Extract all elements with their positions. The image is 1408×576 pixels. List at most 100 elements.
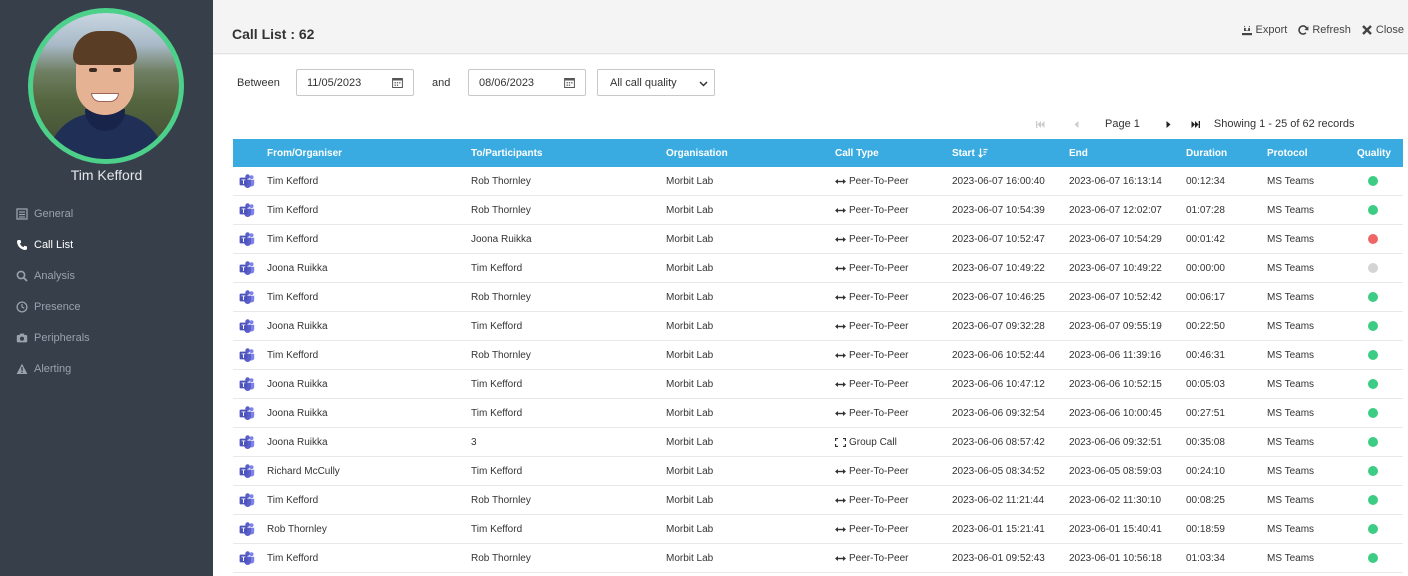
cell-from: Tim Kefford <box>267 175 319 187</box>
cell-to: Rob Thornley <box>471 204 531 216</box>
search-icon <box>15 269 28 282</box>
pagination: Page 1 Showing 1 - 25 of 62 records <box>1033 115 1355 133</box>
table-row[interactable]: T Joona Ruikka Tim Kefford Morbit Lab Pe… <box>233 312 1403 341</box>
next-page-button[interactable] <box>1162 117 1176 131</box>
cell-call-type: Peer-To-Peer <box>835 524 908 535</box>
cell-start: 2023-06-07 09:32:28 <box>952 320 1045 332</box>
sidebar-item-call-list[interactable]: Call List <box>0 229 213 260</box>
table-row[interactable]: T Tim Kefford Joona Ruikka Morbit Lab Pe… <box>233 225 1403 254</box>
cell-start: 2023-06-06 10:52:44 <box>952 349 1045 361</box>
cell-to: Rob Thornley <box>471 175 531 187</box>
avatar-ring <box>28 8 184 164</box>
cell-end: 2023-06-05 08:59:03 <box>1069 465 1162 477</box>
table-row[interactable]: T Joona Ruikka Tim Kefford Morbit Lab Pe… <box>233 399 1403 428</box>
first-page-button[interactable] <box>1033 117 1047 131</box>
user-name: Tim Kefford <box>70 167 143 183</box>
sidebar-item-label: Call List <box>34 238 74 251</box>
table-row[interactable]: T Richard McCully Tim Kefford Morbit Lab… <box>233 457 1403 486</box>
table-row[interactable]: T Tim Kefford Rob Thornley Morbit Lab Pe… <box>233 167 1403 196</box>
sidebar-nav: General Call List Analysis Presence Peri… <box>0 198 213 384</box>
first-page-icon <box>1035 120 1044 128</box>
cell-end: 2023-06-01 10:56:18 <box>1069 552 1162 564</box>
cell-start: 2023-06-06 09:32:54 <box>952 407 1045 419</box>
table-row[interactable]: T Tim Kefford Rob Thornley Morbit Lab Pe… <box>233 196 1403 225</box>
cell-to: 3 <box>471 436 477 448</box>
table-row[interactable]: T Rob Thornley Tim Kefford Morbit Lab Pe… <box>233 515 1403 544</box>
prev-page-button[interactable] <box>1069 117 1083 131</box>
table-row[interactable]: T Tim Kefford Rob Thornley Morbit Lab Pe… <box>233 486 1403 515</box>
svg-text:T: T <box>242 295 246 302</box>
column-header-start[interactable]: Start <box>952 148 988 159</box>
refresh-button[interactable]: Refresh <box>1297 24 1351 36</box>
sidebar-item-presence[interactable]: Presence <box>0 291 213 322</box>
sidebar-item-alerting[interactable]: Alerting <box>0 353 213 384</box>
page-title: Call List : 62 <box>232 26 315 42</box>
column-header-quality[interactable]: Quality <box>1357 148 1391 159</box>
column-header-protocol[interactable]: Protocol <box>1267 148 1308 159</box>
peer-to-peer-icon <box>835 265 846 271</box>
call-quality-value: All call quality <box>610 76 677 89</box>
column-header-end[interactable]: End <box>1069 148 1088 159</box>
cell-organisation: Morbit Lab <box>666 349 714 361</box>
cell-from: Joona Ruikka <box>267 436 328 448</box>
table-row[interactable]: T Tim Kefford Rob Thornley Morbit Lab Pe… <box>233 283 1403 312</box>
peer-to-peer-icon <box>835 497 846 503</box>
cell-end: 2023-06-06 10:00:45 <box>1069 407 1162 419</box>
sidebar-item-label: Alerting <box>34 362 72 375</box>
svg-text:T: T <box>242 440 246 447</box>
peer-to-peer-icon <box>835 207 846 213</box>
cell-from: Tim Kefford <box>267 552 319 564</box>
column-header-organisation[interactable]: Organisation <box>666 148 728 159</box>
calendar-icon[interactable] <box>392 77 403 88</box>
table-row[interactable]: T Joona Ruikka Tim Kefford Morbit Lab Pe… <box>233 254 1403 283</box>
sidebar-item-general[interactable]: General <box>0 198 213 229</box>
quality-indicator <box>1368 466 1378 476</box>
cell-start: 2023-06-07 10:49:22 <box>952 262 1045 274</box>
svg-text:T: T <box>242 237 246 244</box>
peer-to-peer-icon <box>835 526 846 532</box>
refresh-label: Refresh <box>1312 24 1351 36</box>
column-header-duration[interactable]: Duration <box>1186 148 1227 159</box>
cell-organisation: Morbit Lab <box>666 204 714 216</box>
column-header-from[interactable]: From/Organiser <box>267 148 342 159</box>
last-page-icon <box>1191 120 1201 128</box>
refresh-icon <box>1298 25 1309 35</box>
cell-start: 2023-06-02 11:21:44 <box>952 494 1045 506</box>
cell-to: Tim Kefford <box>471 523 523 535</box>
cell-to: Rob Thornley <box>471 494 531 506</box>
peer-to-peer-icon <box>835 468 846 474</box>
cell-start: 2023-06-07 10:54:39 <box>952 204 1045 216</box>
export-button[interactable]: Export <box>1241 24 1287 36</box>
quality-indicator <box>1368 437 1378 447</box>
table-row[interactable]: T Tim Kefford Rob Thornley Morbit Lab Pe… <box>233 544 1403 573</box>
avatar[interactable] <box>33 13 179 159</box>
table-row[interactable]: T Joona Ruikka 3 Morbit Lab Group Call 2… <box>233 428 1403 457</box>
calendar-icon[interactable] <box>564 77 575 88</box>
from-date-input[interactable]: 11/05/2023 <box>296 69 414 96</box>
cell-duration: 01:03:34 <box>1186 552 1225 564</box>
sidebar-item-peripherals[interactable]: Peripherals <box>0 322 213 353</box>
close-button[interactable]: Close <box>1361 24 1404 36</box>
cell-call-type-label: Group Call <box>849 436 897 448</box>
cell-end: 2023-06-06 09:32:51 <box>1069 436 1162 448</box>
cell-end: 2023-06-07 10:49:22 <box>1069 262 1162 274</box>
prev-page-icon <box>1074 120 1078 128</box>
table-row[interactable]: T Joona Ruikka Tim Kefford Morbit Lab Pe… <box>233 370 1403 399</box>
cell-end: 2023-06-06 11:39:16 <box>1069 349 1162 361</box>
cell-duration: 00:05:03 <box>1186 378 1225 390</box>
sidebar-item-analysis[interactable]: Analysis <box>0 260 213 291</box>
call-quality-select[interactable]: All call quality <box>597 69 715 96</box>
column-header-call-type[interactable]: Call Type <box>835 148 879 159</box>
cell-duration: 00:24:10 <box>1186 465 1225 477</box>
cell-call-type: Peer-To-Peer <box>835 466 908 477</box>
cell-end: 2023-06-07 09:55:19 <box>1069 320 1162 332</box>
cell-call-type: Peer-To-Peer <box>835 234 908 245</box>
column-header-to[interactable]: To/Participants <box>471 148 543 159</box>
main-panel: Call List : 62 Export Refresh Close Betw… <box>213 0 1408 576</box>
table-row[interactable]: T Tim Kefford Rob Thornley Morbit Lab Pe… <box>233 341 1403 370</box>
svg-text:T: T <box>242 556 246 563</box>
last-page-button[interactable] <box>1189 117 1203 131</box>
cell-from: Tim Kefford <box>267 204 319 216</box>
to-date-input[interactable]: 08/06/2023 <box>468 69 586 96</box>
cell-call-type-label: Peer-To-Peer <box>849 291 909 303</box>
